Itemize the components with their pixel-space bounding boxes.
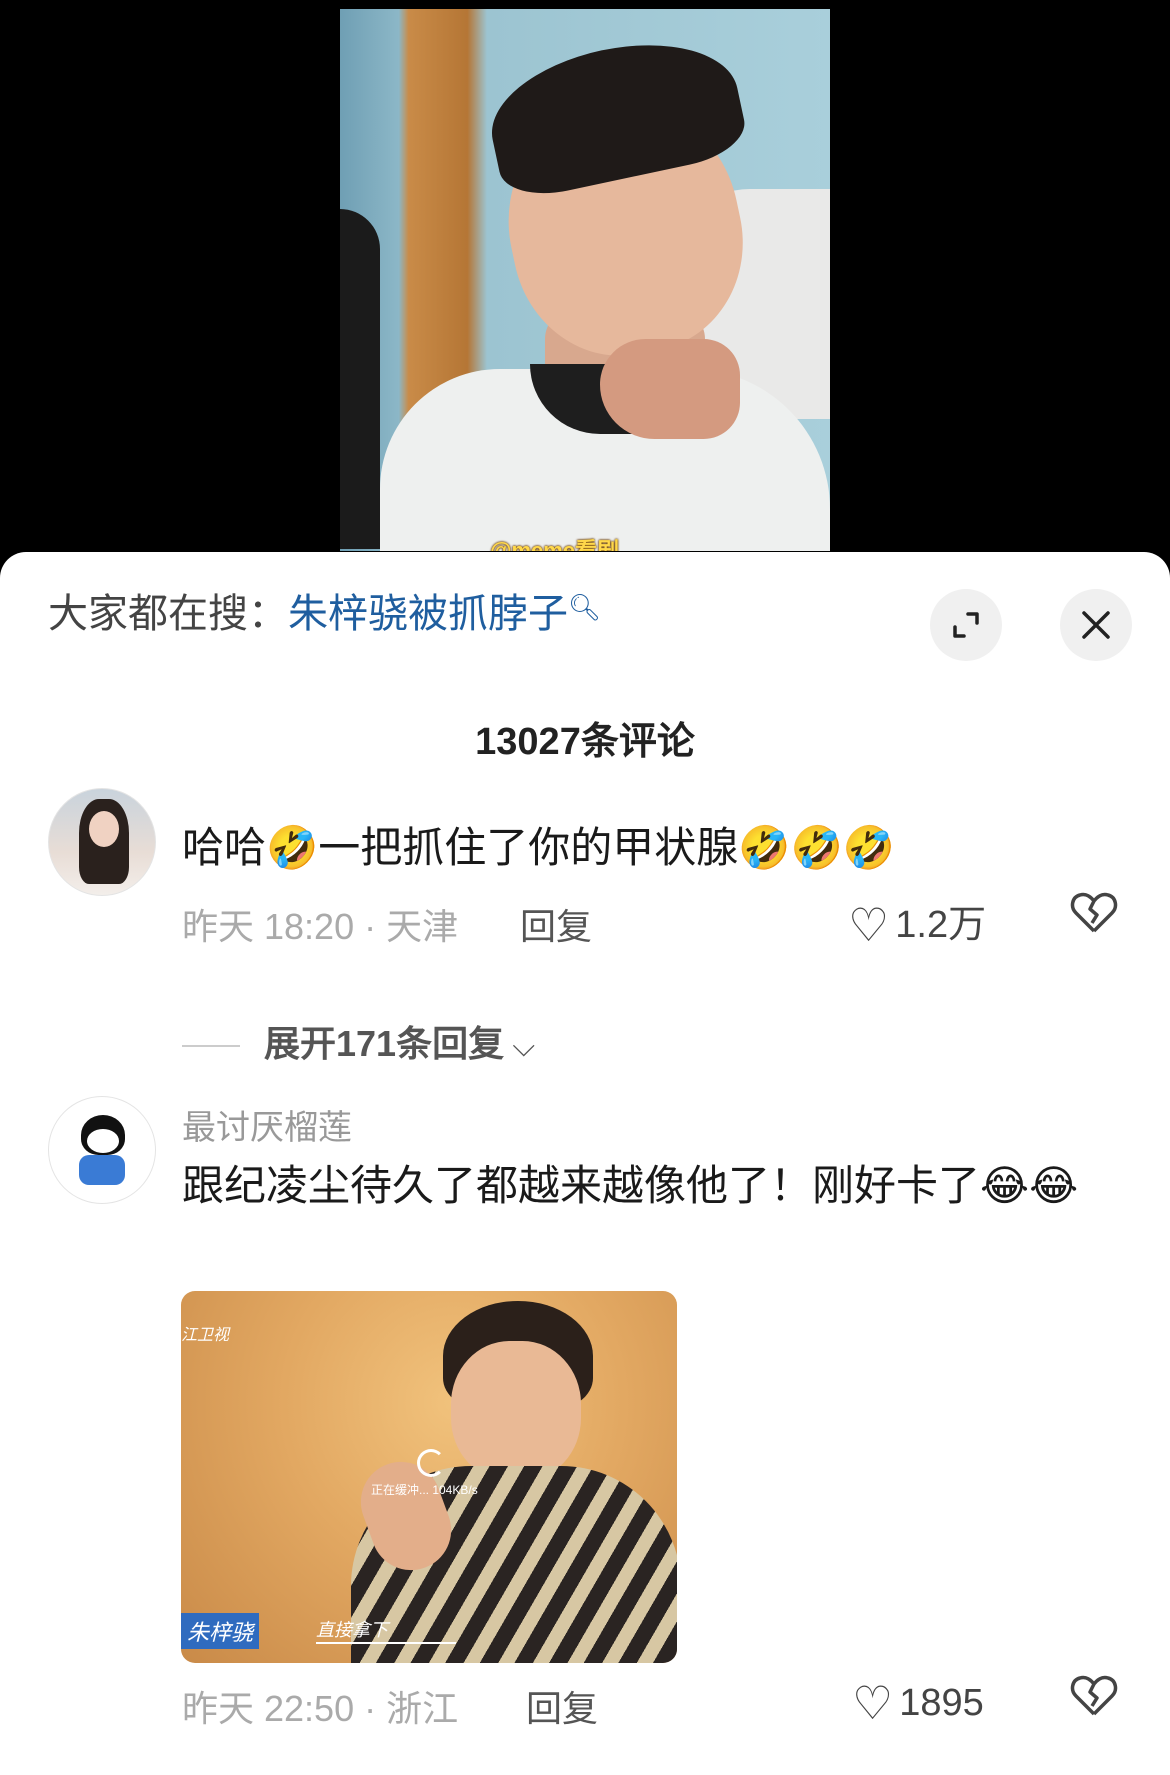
avatar[interactable] bbox=[48, 1096, 156, 1204]
heart-icon: ♡ bbox=[848, 899, 890, 951]
broken-heart-icon bbox=[1070, 892, 1118, 933]
like-button[interactable]: ♡ 1.2万 bbox=[848, 893, 986, 952]
expand-icon bbox=[953, 612, 979, 638]
comment-username[interactable]: 最讨厌榴莲 bbox=[182, 1100, 352, 1149]
hot-search-prefix: 大家都在搜： bbox=[48, 592, 288, 636]
close-icon bbox=[1082, 611, 1110, 639]
name-caption: 朱梓骁 bbox=[181, 1613, 260, 1649]
comment-count-title: 13027条评论 bbox=[475, 721, 695, 763]
like-count: 1895 bbox=[899, 1682, 984, 1724]
channel-tag: 江卫视 bbox=[181, 1327, 230, 1344]
dislike-button[interactable] bbox=[1070, 1674, 1118, 1729]
hot-search-bar[interactable]: 大家都在搜：朱梓骁被抓脖子🔍︎ bbox=[48, 594, 601, 634]
expand-button[interactable] bbox=[930, 589, 1002, 661]
video-watermark: @meme看剧 bbox=[490, 538, 620, 551]
subtitle-caption: 直接拿下 bbox=[316, 1616, 456, 1644]
expand-replies-label: 展开171条回复 bbox=[264, 1023, 505, 1064]
comment-time-location: 昨天 18:20 · 天津 bbox=[182, 906, 459, 947]
video-player[interactable]: @meme看剧 bbox=[0, 0, 1170, 560]
like-count: 1.2万 bbox=[895, 904, 987, 946]
heart-icon: ♡ bbox=[852, 1677, 894, 1729]
dislike-button[interactable] bbox=[1070, 891, 1118, 946]
avatar[interactable] bbox=[48, 788, 156, 896]
video-frame[interactable]: @meme看剧 bbox=[340, 9, 830, 551]
video-figure-left bbox=[340, 209, 380, 549]
comment-text: 哈哈🤣一把抓住了你的甲状腺🤣🤣🤣 bbox=[182, 824, 896, 871]
like-button[interactable]: ♡ 1895 bbox=[852, 1676, 984, 1730]
hot-search-term[interactable]: 朱梓骁被抓脖子 bbox=[288, 592, 568, 636]
comment-text: 跟纪凌尘待久了都越来越像他了！刚好卡了😂😂 bbox=[182, 1162, 1079, 1209]
search-icon: 🔍︎ bbox=[568, 592, 602, 622]
chevron-down-icon: ⌵ bbox=[504, 1030, 536, 1063]
close-button[interactable] bbox=[1060, 589, 1132, 661]
divider-line bbox=[182, 1045, 240, 1048]
broken-heart-icon bbox=[1070, 1675, 1118, 1716]
reply-button[interactable]: 回复 bbox=[520, 898, 592, 950]
comment-time-location: 昨天 22:50 · 浙江 bbox=[182, 1688, 459, 1729]
expand-replies[interactable]: 展开171条回复 ⌵ bbox=[182, 1015, 535, 1067]
buffer-text: 正在缓冲... 104KB/s bbox=[371, 1483, 478, 1497]
comment-image[interactable]: 江卫视 正在缓冲... 104KB/s 朱梓骁 直接拿下 bbox=[181, 1291, 677, 1663]
loading-spinner-icon bbox=[417, 1449, 445, 1477]
video-figure-hand bbox=[600, 339, 740, 439]
reply-button[interactable]: 回复 bbox=[526, 1680, 598, 1732]
